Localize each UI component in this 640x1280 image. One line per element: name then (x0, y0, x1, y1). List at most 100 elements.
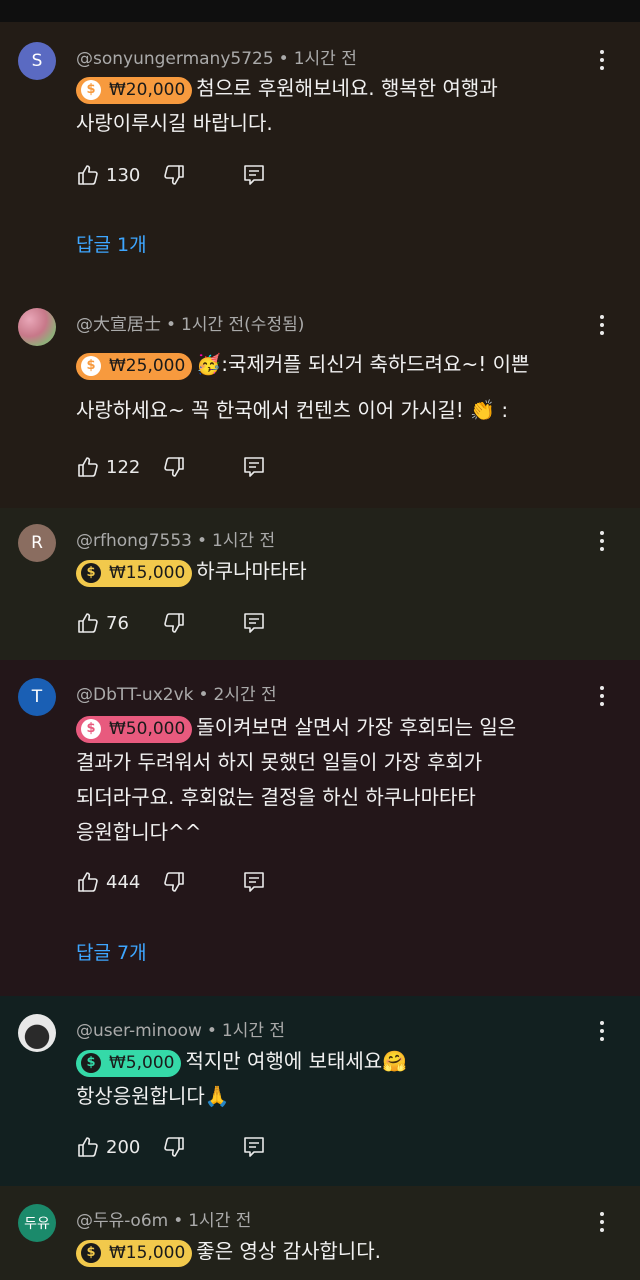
avatar[interactable]: R (18, 524, 56, 562)
avatar-letter: 두유 (24, 1216, 50, 1232)
thumbs-down-icon (164, 457, 184, 477)
comment-author[interactable]: @user-minoow (76, 1021, 202, 1041)
more-options-icon[interactable] (592, 313, 612, 337)
thumbs-up-icon (78, 872, 98, 892)
like-count: 130 (106, 165, 141, 186)
thumbs-down-icon (164, 165, 184, 185)
comment-line: 돌이켜보면 살면서 가장 후회되는 일은 (196, 715, 517, 739)
comment-time: 1시간 전(수정됨) (181, 315, 305, 335)
comment-item: @user-minoow • 1시간 전 $ ₩5,000 적지만 여행에 보태세요🤗 … (0, 996, 640, 1186)
comment-author[interactable]: @大宣居士 (76, 315, 161, 335)
comment-line: 되더라구요. 후회없는 결정을 하신 하쿠나마타타 (76, 785, 476, 809)
reply-icon (244, 165, 264, 185)
like-button[interactable] (76, 163, 100, 191)
reply-button[interactable] (242, 455, 266, 483)
comment-line: : (495, 398, 509, 422)
comment-author[interactable]: @sonyungermany5725 (76, 49, 274, 69)
comment-header: @두유-o6m • 1시간 전 (76, 1211, 252, 1231)
reply-button[interactable] (242, 611, 266, 639)
reply-button[interactable] (242, 1135, 266, 1163)
comment-line: 하쿠나마타타 (196, 559, 307, 583)
dislike-button[interactable] (162, 611, 186, 639)
avatar-letter: S (31, 51, 43, 71)
like-count: 76 (106, 613, 129, 634)
super-thanks-badge: $ ₩15,000 (76, 1239, 193, 1267)
comment-text: $ ₩50,000 돌이켜보면 살면서 가장 후회되는 일은 결과가 두려워서 하지… (76, 710, 602, 850)
dislike-button[interactable] (162, 163, 186, 191)
like-count: 200 (106, 1137, 141, 1158)
celebrate-emoji-icon: 🥳 (196, 352, 222, 376)
comment-author[interactable]: @DbTT-ux2vk (76, 685, 193, 705)
dollar-heart-icon: $ (81, 356, 101, 376)
more-options-icon[interactable] (592, 1019, 612, 1043)
comment-line: :국제커플 되신거 축하드려요~! 이쁜 (221, 352, 530, 376)
more-options-icon[interactable] (592, 529, 612, 553)
comment-item: 두유 @두유-o6m • 1시간 전 $ ₩15,000 좋은 영상 감사합니다. (0, 1186, 640, 1280)
avatar[interactable]: 두유 (18, 1204, 56, 1242)
like-count: 444 (106, 872, 141, 893)
donation-amount: ₩20,000 (109, 79, 186, 100)
like-button[interactable] (76, 455, 100, 483)
comment-item: @大宣居士 • 1시간 전(수정됨) $ ₩25,000 🥳:국제커플 되신거 축하드려… (0, 300, 640, 508)
avatar[interactable]: S (18, 42, 56, 80)
comment-text: $ ₩25,000 🥳:국제커플 되신거 축하드려요~! 이쁜 사랑하세요~ 꼭 한… (76, 341, 602, 433)
thumbs-up-icon (78, 457, 98, 477)
like-button[interactable] (76, 1135, 100, 1163)
comment-header: @大宣居士 • 1시간 전(수정됨) (76, 315, 305, 335)
comment-line: 응원합니다^^ (76, 820, 202, 844)
dislike-button[interactable] (162, 455, 186, 483)
comment-line: 결과가 두려워서 하지 못했던 일들이 가장 후회가 (76, 750, 483, 774)
dollar-heart-icon: $ (81, 563, 101, 583)
comment-author[interactable]: @두유-o6m (76, 1211, 168, 1231)
comment-header: @rfhong7553 • 1시간 전 (76, 531, 276, 551)
dollar-heart-icon: $ (81, 1053, 101, 1073)
thumbs-up-icon (78, 613, 98, 633)
comment-author[interactable]: @rfhong7553 (76, 531, 192, 551)
donation-amount: ₩15,000 (109, 562, 186, 583)
clapping-hands-icon: 👏 (470, 398, 496, 422)
like-button[interactable] (76, 611, 100, 639)
more-options-icon[interactable] (592, 48, 612, 72)
thumbs-up-icon (78, 1137, 98, 1157)
comment-header: @sonyungermany5725 • 1시간 전 (76, 49, 357, 69)
avatar-letter: R (31, 533, 43, 553)
hugging-face-icon: 🤗 (382, 1049, 408, 1073)
donation-amount: ₩15,000 (109, 1242, 186, 1263)
like-button[interactable] (76, 870, 100, 898)
reply-icon (244, 457, 264, 477)
comment-item: R @rfhong7553 • 1시간 전 $ ₩15,000 하쿠나마타타 76 (0, 508, 640, 660)
super-thanks-badge: $ ₩15,000 (76, 559, 193, 587)
super-thanks-badge: $ ₩5,000 (76, 1049, 182, 1077)
like-count: 122 (106, 457, 141, 478)
comment-line: 사랑하세요~ 꼭 한국에서 컨텐츠 이어 가시길! (76, 398, 471, 422)
more-options-icon[interactable] (592, 684, 612, 708)
comment-line: 항상응원합니다 (76, 1084, 205, 1108)
dollar-heart-icon: $ (81, 80, 101, 100)
comment-item: S @sonyungermany5725 • 1시간 전 $ ₩20,000 첨으로 후… (0, 22, 640, 300)
folded-hands-icon: 🙏 (204, 1084, 230, 1108)
comment-line: 좋은 영상 감사합니다. (196, 1239, 381, 1263)
comment-header: @user-minoow • 1시간 전 (76, 1021, 286, 1041)
avatar[interactable]: T (18, 678, 56, 716)
comment-time: 1시간 전 (221, 1021, 286, 1041)
dollar-heart-icon: $ (81, 1243, 101, 1263)
comment-text: $ ₩15,000 좋은 영상 감사합니다. (76, 1234, 602, 1269)
thumbs-up-icon (78, 165, 98, 185)
view-replies-link[interactable]: 답글 7개 (76, 938, 147, 965)
avatar[interactable] (18, 308, 56, 346)
comment-time: 1시간 전 (212, 531, 276, 551)
reply-button[interactable] (242, 870, 266, 898)
super-thanks-badge: $ ₩20,000 (76, 76, 193, 104)
more-options-icon[interactable] (592, 1210, 612, 1234)
view-replies-link[interactable]: 답글 1개 (76, 230, 147, 257)
avatar[interactable] (18, 1014, 56, 1052)
dislike-button[interactable] (162, 870, 186, 898)
dislike-button[interactable] (162, 1135, 186, 1163)
donation-amount: ₩50,000 (109, 718, 186, 739)
reply-button[interactable] (242, 163, 266, 191)
reply-icon (244, 872, 264, 892)
super-thanks-badge: $ ₩25,000 (76, 352, 193, 380)
comment-text: $ ₩5,000 적지만 여행에 보태세요🤗 항상응원합니다🙏 (76, 1044, 602, 1114)
donation-amount: ₩5,000 (109, 1052, 175, 1073)
comment-item: T @DbTT-ux2vk • 2시간 전 $ ₩50,000 돌이켜보면 살면서 가장… (0, 660, 640, 996)
